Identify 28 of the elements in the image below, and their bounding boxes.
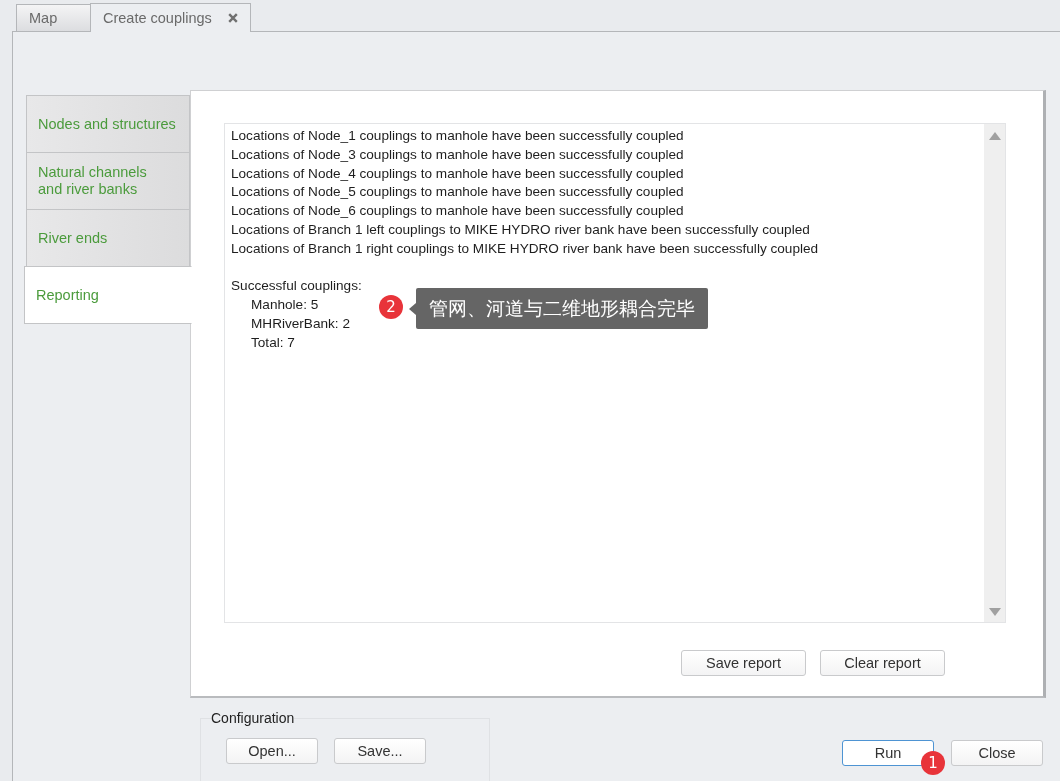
- report-line: Locations of Node_4 couplings to manhole have been successfully coupled: [231, 164, 684, 183]
- report-button[interactable]: Clear report: [820, 650, 945, 676]
- config-button[interactable]: Open...: [226, 738, 318, 764]
- step-badge: 1: [921, 751, 945, 775]
- scrollbar[interactable]: [984, 124, 1005, 622]
- tooltip-pointer-icon: [409, 302, 416, 315]
- dialog-button[interactable]: Close: [951, 740, 1043, 766]
- side-tab[interactable]: Reporting: [24, 266, 192, 324]
- report-line: Locations of Branch 1 left couplings to MIKE HYDRO river bank have been successfully coupled: [231, 221, 810, 239]
- callout-tooltip: 管网、河道与二维地形耦合完毕: [416, 288, 708, 329]
- report-line: Locations of Node_5 couplings to manhole have been successfully coupled: [231, 183, 684, 202]
- report-button[interactable]: Save report: [681, 650, 806, 676]
- scroll-down-icon[interactable]: [988, 608, 1001, 616]
- report-line: Locations of Node_1 couplings to manhole have been successfully coupled: [231, 127, 684, 145]
- group-title: Configuration: [211, 710, 295, 727]
- report-line: Locations of Node_3 couplings to manhole have been successfully coupled: [231, 145, 684, 164]
- report-line: Locations of Branch 1 right couplings to MIKE HYDRO river bank have been successfully coupled: [231, 239, 819, 258]
- tab[interactable]: Create couplings: [90, 3, 251, 32]
- summary-title: Successful couplings:: [231, 277, 362, 296]
- config-button[interactable]: Save...: [334, 738, 426, 764]
- summary-line: Total: 7: [251, 333, 295, 352]
- close-icon[interactable]: [227, 13, 238, 23]
- step-badge: 2: [379, 295, 403, 319]
- scroll-up-icon[interactable]: [988, 132, 1001, 140]
- report-line: Locations of Node_6 couplings to manhole have been successfully coupled: [231, 202, 684, 221]
- summary-line: MHRiverBank: 2: [251, 314, 350, 333]
- summary-line: Manhole: 5: [251, 296, 319, 315]
- tab[interactable]: Map: [16, 4, 90, 31]
